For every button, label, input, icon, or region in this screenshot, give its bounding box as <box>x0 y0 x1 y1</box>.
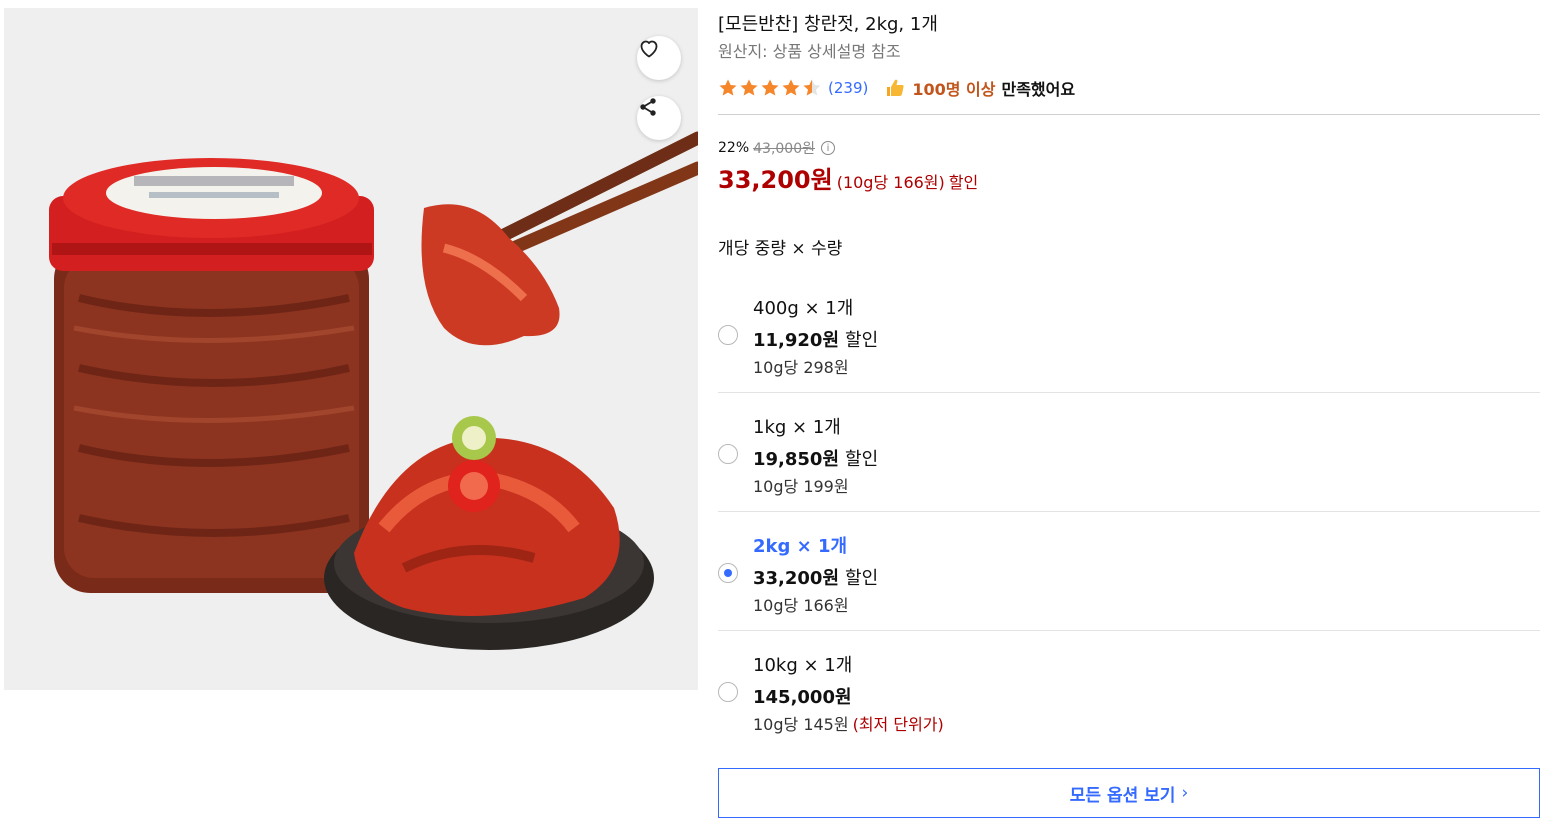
option-price: 11,920원 <box>753 330 840 351</box>
product-title: [모든반찬] 창란젓, 2kg, 1개 <box>718 14 938 35</box>
discount-row: 22% 43,000원 i <box>718 138 835 158</box>
option-price: 19,850원 <box>753 449 840 470</box>
option-name: 400g × 1개 <box>753 298 854 319</box>
option-name: 10kg × 1개 <box>753 655 853 676</box>
star-rating[interactable] <box>718 78 822 98</box>
option-unit-price: 10g당 166원 <box>753 592 853 616</box>
satisfaction-text: 만족했어요 <box>1001 80 1076 99</box>
share-button[interactable] <box>637 96 681 140</box>
option-unit-price: 10g당 145원 (최저 단위가) <box>753 711 944 735</box>
satisfaction-count: 100명 이상 <box>912 80 996 99</box>
wishlist-button[interactable] <box>637 36 681 80</box>
star-icon <box>761 79 779 96</box>
discount-rate: 22% <box>718 140 750 156</box>
star-icon <box>803 79 821 96</box>
option-item-400g[interactable]: 400g × 1개 11,920원 할인 10g당 298원 <box>718 274 1540 393</box>
option-unit-price: 10g당 199원 <box>753 473 853 497</box>
option-price: 33,200원 <box>753 568 840 589</box>
product-image[interactable] <box>4 8 698 690</box>
option-radio-selected[interactable] <box>718 563 738 583</box>
option-name: 2kg × 1개 <box>753 536 848 557</box>
option-discount-label: 할인 <box>845 330 879 351</box>
option-unit-text: 10g당 199원 <box>753 477 849 496</box>
unit-price: (10g당 166원) <box>836 173 945 192</box>
option-section-label: 개당 중량 × 수량 <box>718 239 843 259</box>
option-note-lowest-unit-price: (최저 단위가) <box>852 715 944 734</box>
option-discount-label: 할인 <box>845 449 879 470</box>
original-price: 43,000원 <box>753 141 815 157</box>
option-list: 400g × 1개 11,920원 할인 10g당 298원 1kg × 1개 … <box>718 274 1540 750</box>
option-price: 145,000원 <box>753 687 852 708</box>
option-unit-text: 10g당 145원 <box>753 715 849 734</box>
option-price-row: 33,200원 할인 <box>753 564 878 590</box>
rating-row: (239) 100명 이상 만족했어요 <box>718 76 1075 100</box>
option-item-2kg[interactable]: 2kg × 1개 33,200원 할인 10g당 166원 <box>718 512 1540 631</box>
info-icon[interactable]: i <box>821 141 835 155</box>
star-icon <box>740 79 758 96</box>
chevron-right-icon: › <box>1181 783 1189 803</box>
option-radio[interactable] <box>718 682 738 702</box>
option-price-row: 11,920원 할인 <box>753 326 878 352</box>
view-all-options-label: 모든 옵션 보기 <box>1069 785 1176 806</box>
discount-label: 할인 <box>948 173 979 192</box>
option-radio[interactable] <box>718 444 738 464</box>
product-origin: 원산지: 상품 상세설명 참조 <box>718 42 901 61</box>
option-unit-text: 10g당 166원 <box>753 596 849 615</box>
price-row: 33,200원 (10g당 166원) 할인 <box>718 160 978 195</box>
option-item-1kg[interactable]: 1kg × 1개 19,850원 할인 10g당 199원 <box>718 393 1540 512</box>
review-count-link[interactable]: (239) <box>828 79 868 97</box>
option-price-row: 145,000원 <box>753 683 858 709</box>
option-radio[interactable] <box>718 325 738 345</box>
star-icon <box>719 79 737 96</box>
option-item-10kg[interactable]: 10kg × 1개 145,000원 10g당 145원 (최저 단위가) <box>718 631 1540 750</box>
option-name: 1kg × 1개 <box>753 417 841 438</box>
option-unit-price: 10g당 298원 <box>753 354 853 378</box>
sale-price: 33,200원 <box>718 166 833 194</box>
product-photo-illustration <box>49 131 698 650</box>
option-discount-label: 할인 <box>845 568 879 589</box>
thumbs-up-icon <box>884 77 906 99</box>
divider <box>718 114 1540 115</box>
option-price-row: 19,850원 할인 <box>753 445 878 471</box>
view-all-options-button[interactable]: 모든 옵션 보기 › <box>718 768 1540 818</box>
option-unit-text: 10g당 298원 <box>753 358 849 377</box>
star-icon <box>782 79 800 96</box>
